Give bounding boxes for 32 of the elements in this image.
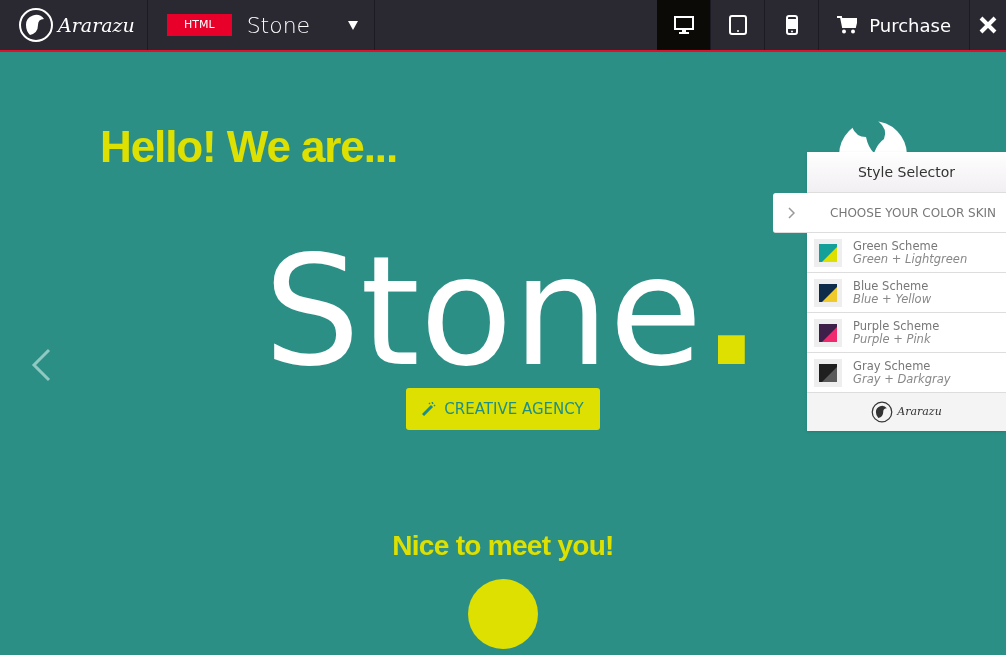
panel-title: Style Selector — [807, 152, 1006, 193]
scheme-subtitle: Blue + Yellow — [853, 292, 932, 306]
scheme-subtitle: Green + Lightgreen — [853, 252, 968, 266]
template-name[interactable]: Stone — [246, 8, 311, 42]
color-skin-toggle[interactable]: CHOOSE YOUR COLOR SKIN — [773, 193, 1006, 233]
html-badge: HTML — [167, 13, 232, 37]
cart-icon — [837, 16, 858, 34]
device-button[interactable] — [657, 0, 712, 50]
magic-wand-icon — [422, 402, 437, 416]
purchase-button[interactable]: Purchase — [819, 0, 970, 50]
tablet-icon — [728, 15, 747, 35]
phone-icon — [785, 15, 798, 35]
scheme-name: Blue Scheme — [853, 279, 930, 293]
color-scheme-item[interactable]: Blue Scheme Blue + Yellow — [807, 273, 1006, 313]
greeting-heading: Hello! We are... — [100, 122, 398, 171]
caret-icon[interactable] — [348, 20, 359, 30]
scheme-subtitle: Gray + Darkgray — [853, 372, 951, 386]
monitor-icon — [673, 16, 694, 34]
scheme-subtitle: Purple + Pink — [853, 332, 932, 346]
color-scheme-item[interactable]: Green Scheme Green + Lightgreen — [807, 233, 1006, 273]
close-icon — [979, 16, 997, 34]
subheading: Nice to meet you! — [392, 529, 614, 563]
scheme-name: Gray Scheme — [853, 359, 932, 373]
creative-agency-button[interactable]: CREATIVE AGENCY — [406, 388, 600, 430]
scheme-name: Green Scheme — [853, 239, 939, 253]
brand-logo[interactable]: Ararazu — [58, 10, 135, 40]
hero-title: Stone — [263, 242, 703, 382]
hero-title-dot: . — [702, 242, 761, 382]
footer-logo: Ararazu — [897, 403, 942, 420]
scheme-name: Purple Scheme — [853, 319, 940, 333]
chevron-right-icon — [788, 206, 795, 219]
color-scheme-item[interactable]: Purple Scheme Purple + Pink — [807, 313, 1006, 353]
